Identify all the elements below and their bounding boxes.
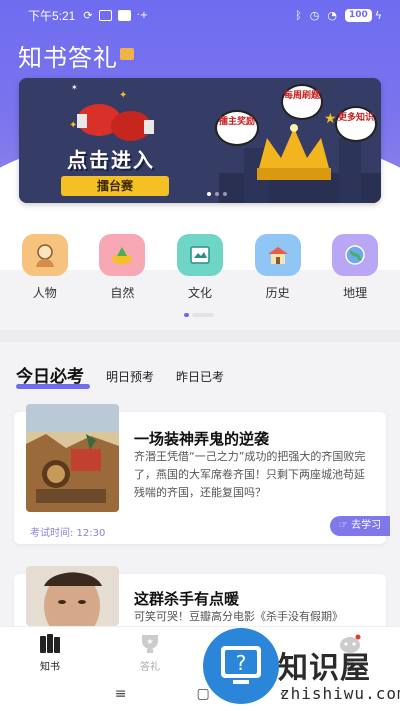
banner-dot [223, 192, 227, 196]
category-label: 历史 [265, 286, 290, 300]
category-label: 地理 [343, 286, 368, 300]
arena-button[interactable]: 擂台赛 [61, 176, 169, 196]
svg-text:✶: ✶ [71, 83, 78, 92]
banner-carousel[interactable]: ✦ ✦ ✶ ★ 每周刷题 擂主奖励 更多知识 点击进入 擂台赛 [19, 78, 381, 203]
category-grid: 人物 自然 文化 历史 地理 [0, 234, 400, 301]
charging-icon: ϟ [374, 8, 382, 22]
nav-label: 知书 [40, 662, 60, 673]
wifi-icon: ◔ [327, 8, 337, 22]
svg-text:✦: ✦ [69, 120, 77, 131]
category-label: 文化 [187, 286, 212, 300]
tab-tomorrow[interactable]: 明日预考 [106, 368, 154, 385]
lesson-card[interactable]: 一场装神弄鬼的逆袭 齐湣王凭借“一己之力”成功的把强大的齐国败完了，燕国的大军席… [14, 404, 390, 544]
category-history[interactable]: 历史 [248, 234, 308, 301]
banner-dot [207, 192, 211, 196]
lesson-thumbnail [26, 566, 119, 626]
gift-icon [120, 48, 134, 60]
status-right-icons: ᛒ ◷ ◔ 100 ϟ [295, 8, 382, 22]
page-dot [192, 313, 214, 317]
nav-answer[interactable]: ★ 答礼 [110, 627, 190, 676]
category-label: 人物 [32, 286, 57, 300]
watermark-domain: zhishiwu.com [280, 684, 400, 703]
trophy-icon: ★ [142, 635, 158, 653]
category-geography[interactable]: 地理 [325, 234, 385, 301]
alarm-icon: ◷ [309, 8, 320, 22]
go-study-button[interactable]: ☞ 去学习 [330, 516, 390, 536]
svg-text:✦: ✦ [119, 90, 127, 101]
status-bar: 下午5:21 ⟳ ·+ ᛒ ◷ ◔ 100 ϟ [0, 0, 400, 30]
page-dot-active [184, 313, 189, 317]
bubble-reward: 擂主奖励 [215, 110, 259, 146]
person-icon [21, 234, 68, 276]
nature-icon [99, 234, 146, 276]
category-nature[interactable]: 自然 [92, 234, 152, 301]
lesson-title: 这群杀手有点暖 [134, 590, 240, 608]
watermark-logo: ? [203, 628, 279, 704]
bluetooth-icon: ᛒ [295, 8, 302, 22]
section-divider [0, 330, 400, 342]
exam-time: 考试时间: 12:30 [30, 528, 106, 539]
lesson-thumbnail [26, 404, 119, 512]
tab-active-underline [16, 384, 90, 389]
tab-yesterday[interactable]: 昨日已考 [176, 368, 224, 385]
nav-label: 答礼 [140, 662, 160, 673]
banner-dot [215, 192, 219, 196]
category-people[interactable]: 人物 [15, 234, 75, 301]
category-label: 自然 [110, 286, 135, 300]
lesson-description: 可笑可哭！豆瓣高分电影《杀手没有假期》 [134, 610, 343, 623]
question-monitor-icon: ? [221, 646, 261, 684]
geography-icon [332, 234, 379, 276]
app-screen: 下午5:21 ⟳ ·+ ᛒ ◷ ◔ 100 ϟ 知书答礼 ✦ ✦ ✶ ★ 每周刷… [0, 0, 400, 711]
status-time: 下午5:21 [28, 8, 76, 23]
category-page-indicator [184, 313, 214, 317]
svg-text:?: ? [236, 651, 247, 675]
banner-headline: 点击进入 [67, 148, 155, 172]
notification-box-icon [98, 9, 112, 21]
category-culture[interactable]: 文化 [170, 234, 230, 301]
lesson-description: 齐湣王凭借“一己之力”成功的把强大的齐国败完了，燕国的大军席卷齐国！只剩下两座城… [134, 450, 366, 499]
bubble-knowledge: 更多知识 [335, 106, 377, 142]
signal-plus-icon: ·+ [136, 9, 149, 21]
culture-icon [176, 234, 223, 276]
go-study-label: 去学习 [351, 520, 382, 531]
exam-tabs: 今日必考 明日预考 昨日已考 [0, 342, 400, 400]
nav-knowledge[interactable]: 知书 [10, 627, 90, 676]
watermark-brand: 知识屋 [278, 651, 371, 686]
status-notification-icons: ⟳ ·+ [83, 9, 148, 22]
lesson-title: 一场装神弄鬼的逆袭 [134, 430, 270, 448]
app-title: 知书答礼 [18, 38, 134, 73]
battery-level: 100 [344, 8, 372, 22]
books-icon [40, 634, 60, 653]
svg-text:★: ★ [146, 637, 153, 646]
play-icon [117, 9, 131, 21]
bubble-weekly: 每周刷题 [281, 84, 323, 120]
sync-icon: ⟳ [83, 8, 93, 22]
menu-icon[interactable]: ≡ [115, 686, 127, 702]
banner-indicator [207, 192, 227, 196]
battery-icon: 100 ϟ [344, 8, 382, 22]
history-icon [254, 234, 301, 276]
hand-pointer-icon: ☞ [338, 520, 348, 531]
app-title-text: 知书答礼 [18, 44, 118, 72]
